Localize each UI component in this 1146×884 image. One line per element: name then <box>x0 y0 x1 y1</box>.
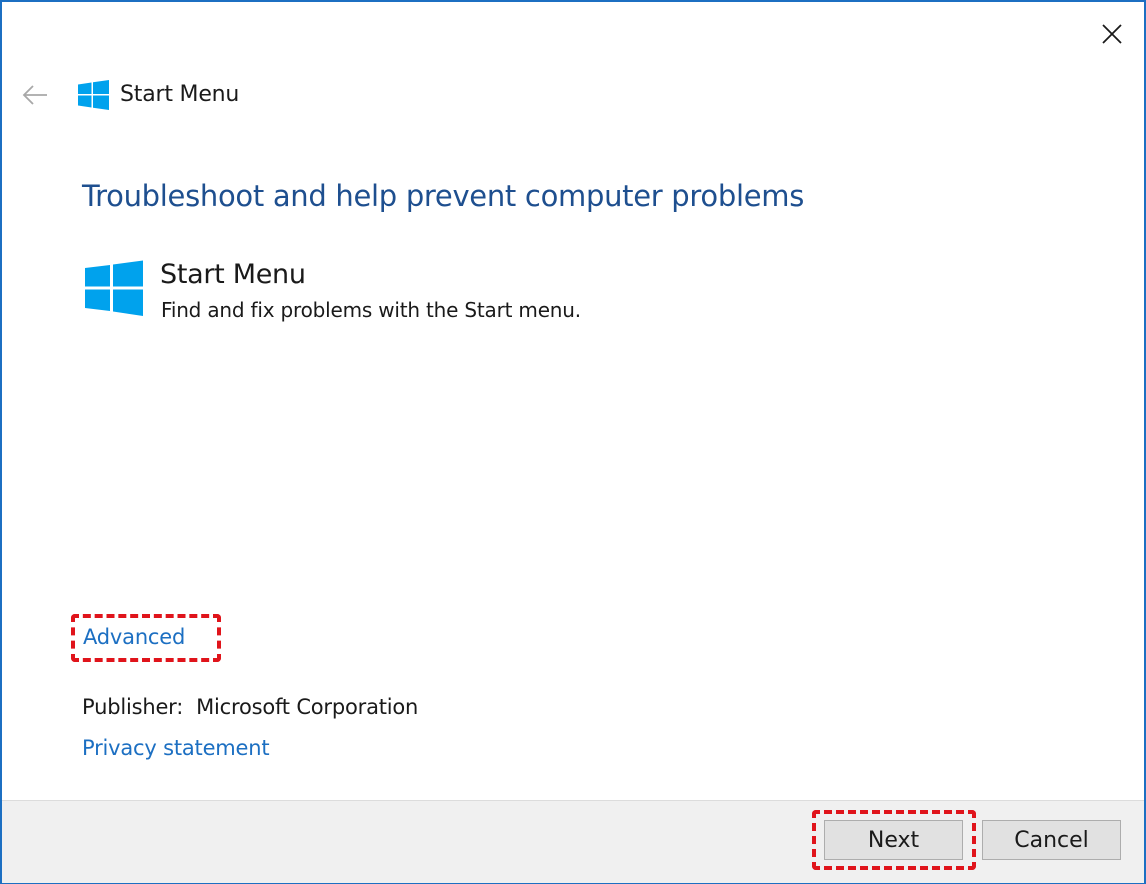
publisher-info: Publisher: Microsoft Corporation <box>82 692 418 722</box>
close-button[interactable] <box>1094 16 1130 52</box>
publisher-label: Publisher: <box>82 695 184 719</box>
privacy-statement-link[interactable]: Privacy statement <box>82 733 270 763</box>
back-button[interactable] <box>18 78 52 112</box>
back-arrow-icon <box>22 85 47 105</box>
troubleshooter-title: Start Menu <box>160 259 306 290</box>
cancel-button[interactable]: Cancel <box>982 820 1121 860</box>
advanced-link[interactable]: Advanced <box>83 622 185 652</box>
windows-logo-icon <box>85 260 143 316</box>
troubleshooter-window: Start Menu Troubleshoot and help prevent… <box>0 0 1146 884</box>
next-highlight-box <box>812 810 976 870</box>
close-icon <box>1102 24 1122 44</box>
windows-logo-icon <box>78 80 109 110</box>
page-heading: Troubleshoot and help prevent computer p… <box>82 179 805 213</box>
troubleshooter-description: Find and fix problems with the Start men… <box>161 298 581 322</box>
publisher-value: Microsoft Corporation <box>196 695 419 719</box>
window-title: Start Menu <box>120 82 240 107</box>
